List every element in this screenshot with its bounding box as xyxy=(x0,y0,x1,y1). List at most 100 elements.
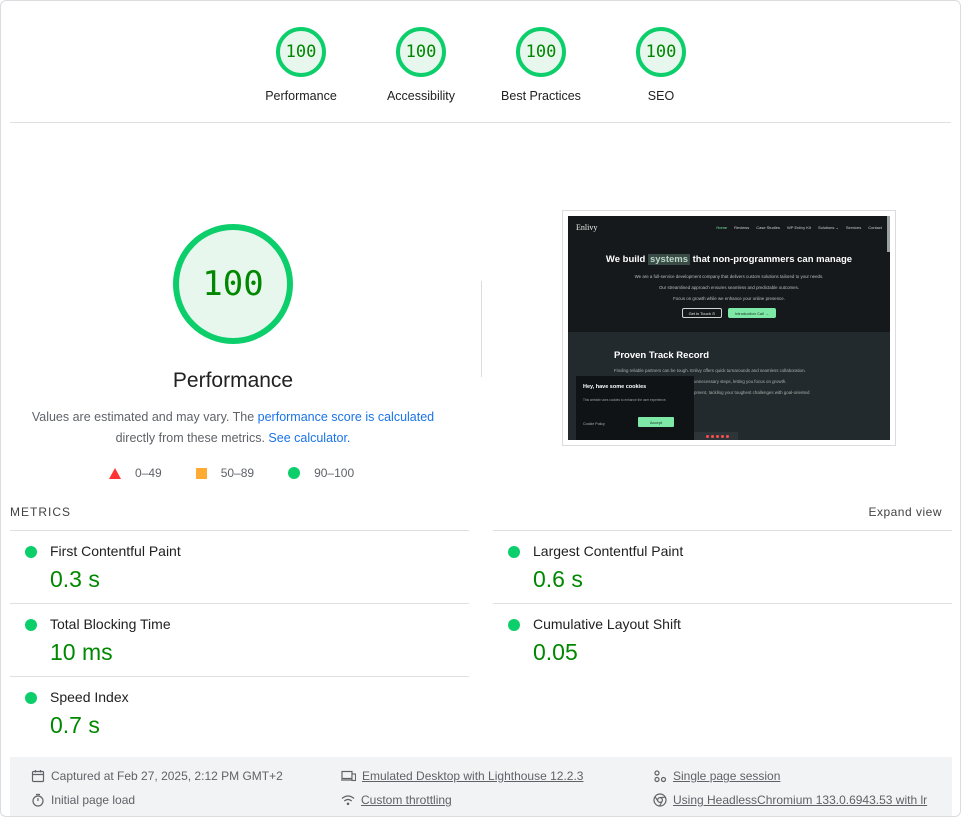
gauge-score: 100 xyxy=(516,27,566,77)
site-nav-link: Services xyxy=(845,224,862,230)
gauge-seo[interactable]: 100 SEO xyxy=(601,27,721,103)
headline-part: We build xyxy=(605,254,648,265)
legend-pass: 90–100 xyxy=(288,466,354,480)
chrome-icon xyxy=(653,793,667,807)
site-get-in-touch-button: Get in Touch ⊙ xyxy=(682,308,722,318)
triangle-icon xyxy=(109,467,121,479)
browser-version[interactable]: Using HeadlessChromium 133.0.6943.53 wit… xyxy=(653,793,927,807)
star-icon xyxy=(721,435,724,438)
site-paragraph: We are a full-service development compan… xyxy=(634,274,824,279)
initial-page-load-text: Initial page load xyxy=(51,793,136,807)
category-gauges: 100 Performance 100 Accessibility 100 Be… xyxy=(241,27,721,103)
gauge-score: 100 xyxy=(636,27,686,77)
browser-version-link[interactable]: Using HeadlessChromium 133.0.6943.53 wit… xyxy=(673,793,927,807)
site-nav-link: Contact xyxy=(868,224,882,230)
metric-tbt: Total Blocking Time 10 ms xyxy=(10,603,469,676)
cookie-policy-link: Cookie Policy xyxy=(583,422,605,426)
stopwatch-icon xyxy=(32,793,44,807)
site-headline: We build systems that non-programmers ca… xyxy=(568,254,890,265)
final-screenshot[interactable]: Enlivy Home Reviews Case Studies WP Enli… xyxy=(562,210,896,446)
metric-cls: Cumulative Layout Shift 0.05 xyxy=(493,603,952,676)
star-icon xyxy=(706,435,709,438)
metric-value: 0.3 s xyxy=(50,566,100,592)
square-icon xyxy=(195,467,207,479)
metric-title: Total Blocking Time xyxy=(50,616,171,632)
metric-lcp: Largest Contentful Paint 0.6 s xyxy=(493,530,952,603)
see-calculator-link[interactable]: See calculator. xyxy=(268,431,350,445)
emulated-device[interactable]: Emulated Desktop with Lighthouse 12.2.3 xyxy=(341,769,583,783)
legend-fail: 0–49 xyxy=(109,466,162,480)
lighthouse-report: 100 Performance 100 Accessibility 100 Be… xyxy=(0,0,961,817)
gauge-label: SEO xyxy=(647,89,675,103)
initial-page-load: Initial page load xyxy=(31,793,135,807)
description-text: Values are estimated and may vary. The xyxy=(31,410,258,424)
site-nav-link: Case Studies xyxy=(756,224,780,230)
captured-at-text: Captured at Feb 27, 2025, 2:12 PM GMT+2 xyxy=(51,769,283,783)
site-nav: Enlivy Home Reviews Case Studies WP Enli… xyxy=(568,216,890,238)
pass-circle-icon xyxy=(25,619,37,631)
site-logo: Enlivy xyxy=(576,222,598,232)
legend-average-label: 50–89 xyxy=(220,466,255,480)
session-icon xyxy=(654,770,667,783)
score-legend: 0–49 50–89 90–100 xyxy=(109,466,354,480)
cookie-accept-button: Accept xyxy=(638,417,674,427)
metric-title: First Contentful Paint xyxy=(50,543,181,559)
throttling-link[interactable]: Custom throttling xyxy=(361,793,452,807)
site-nav-links: Home Reviews Case Studies WP Enlivy Kit … xyxy=(716,225,882,230)
metric-value: 0.6 s xyxy=(533,566,583,592)
pass-circle-icon xyxy=(508,546,520,558)
metric-value: 0.05 xyxy=(533,639,578,665)
cookie-text: This website uses cookies to enhance the… xyxy=(583,398,667,402)
gauge-score: 100 xyxy=(396,27,446,77)
site-cookie-banner: Hey, have some cookies This website uses… xyxy=(576,376,694,440)
site-section-text: Finding reliable partners can be tough. … xyxy=(614,368,806,373)
vertical-divider xyxy=(481,281,482,377)
star-icon xyxy=(711,435,714,438)
metric-speed-index: Speed Index 0.7 s xyxy=(10,676,469,749)
pass-circle-icon xyxy=(25,546,37,558)
site-nav-link: Solutions ⌄ xyxy=(817,224,839,230)
calendar-icon xyxy=(31,770,45,783)
metric-value: 0.7 s xyxy=(50,712,100,738)
headline-highlight: systems xyxy=(647,254,690,265)
performance-title: Performance xyxy=(172,369,294,392)
gauge-label: Best Practices xyxy=(501,89,581,103)
headline-part: that non-programmers can manage xyxy=(690,254,853,265)
cookie-title: Hey, have some cookies xyxy=(583,384,647,390)
site-nav-link: WP Enlivy Kit xyxy=(787,224,811,230)
score-calculated-link[interactable]: performance score is calculated xyxy=(258,410,434,424)
site-paragraph: Focus on growth while we enhance your on… xyxy=(673,296,785,301)
metric-title: Cumulative Layout Shift xyxy=(533,616,681,632)
gauge-score: 100 xyxy=(276,27,326,77)
site-paragraph: Our streamlined approach ensures seamles… xyxy=(658,285,800,290)
site-intro-call-button: Introduction Call → xyxy=(728,308,776,318)
wifi-icon xyxy=(341,795,355,806)
metric-fcp: First Contentful Paint 0.3 s xyxy=(10,530,469,603)
site-nav-link: Reviews xyxy=(734,224,750,230)
metrics-heading: METRICS xyxy=(10,505,71,519)
star-icon xyxy=(716,435,719,438)
site-section-text: pment, tackling your toughest challenges… xyxy=(694,390,810,395)
legend-average: 50–89 xyxy=(195,466,255,480)
pass-circle-icon xyxy=(25,692,37,704)
expand-view-toggle[interactable]: Expand view xyxy=(868,505,942,519)
site-section-title: Proven Track Record xyxy=(614,350,710,361)
site-scrollbar xyxy=(887,216,890,252)
emulated-device-link[interactable]: Emulated Desktop with Lighthouse 12.2.3 xyxy=(362,769,583,783)
throttling[interactable]: Custom throttling xyxy=(341,793,452,807)
gauge-label: Performance xyxy=(265,89,337,103)
gauge-performance[interactable]: 100 Performance xyxy=(241,27,361,103)
session[interactable]: Single page session xyxy=(653,769,780,783)
description-text: directly from these metrics. xyxy=(115,431,269,445)
legend-fail-label: 0–49 xyxy=(135,466,162,480)
gauge-best-practices[interactable]: 100 Best Practices xyxy=(481,27,601,103)
metric-title: Speed Index xyxy=(50,689,129,705)
top-divider xyxy=(10,122,951,123)
gauge-label: Accessibility xyxy=(386,89,456,103)
gauge-accessibility[interactable]: 100 Accessibility xyxy=(361,27,481,103)
screenshot-image: Enlivy Home Reviews Case Studies WP Enli… xyxy=(568,216,890,440)
session-link[interactable]: Single page session xyxy=(673,769,780,783)
site-nav-link: Home xyxy=(716,224,728,230)
star-icon xyxy=(726,435,729,438)
performance-gauge: 100 xyxy=(173,224,293,344)
